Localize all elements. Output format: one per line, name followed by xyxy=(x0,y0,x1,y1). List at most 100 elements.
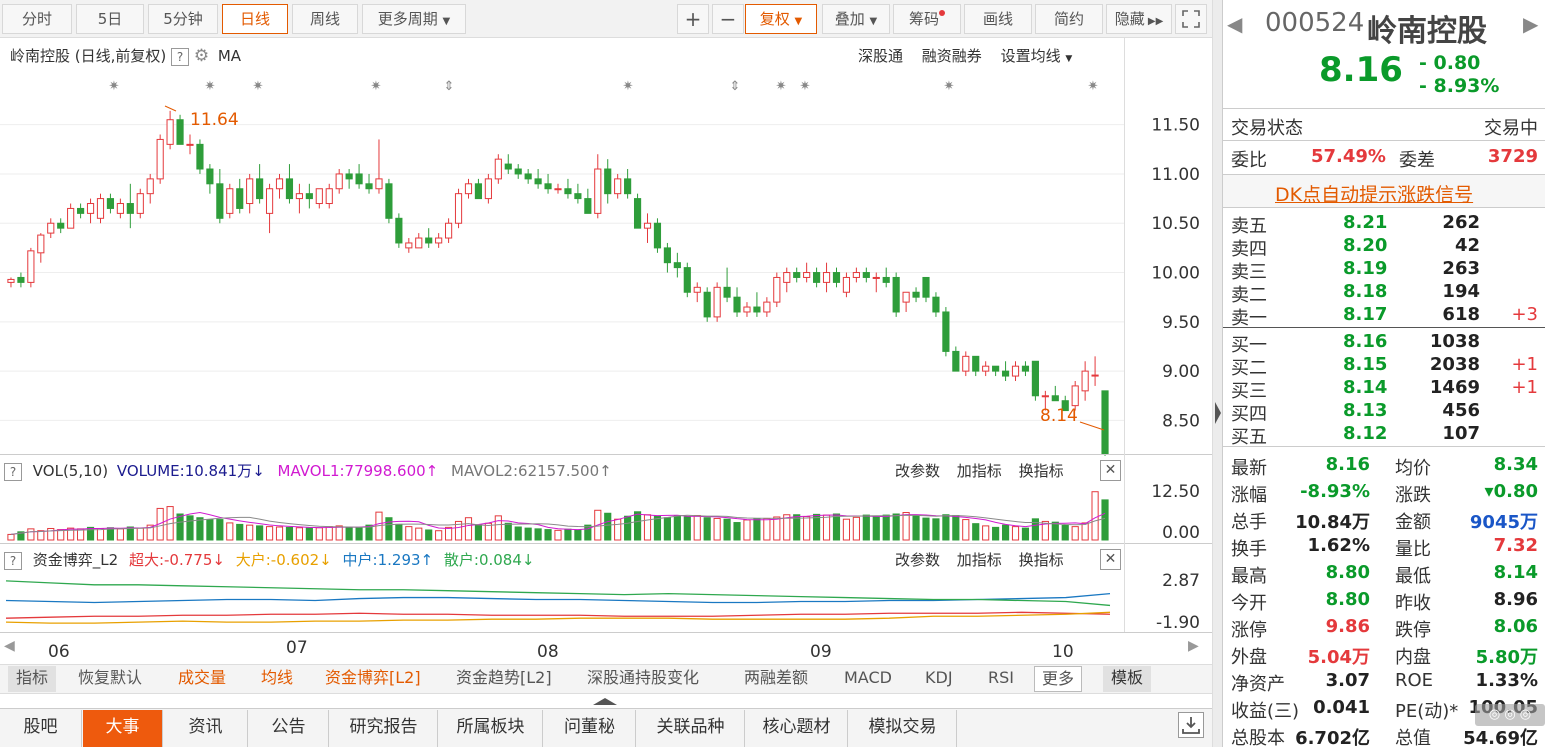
event-marker-icon[interactable]: ✷ xyxy=(776,79,787,94)
candle-body xyxy=(385,183,393,219)
candle-body xyxy=(136,193,144,214)
y-tick-label: 9.50 xyxy=(1162,313,1200,333)
event-marker-icon[interactable]: ✷ xyxy=(109,79,120,94)
tab-simulated-trading[interactable]: 模拟交易 xyxy=(849,710,957,747)
fund-change-param-button[interactable]: 改参数 xyxy=(895,551,940,569)
tab-announcements[interactable]: 公告 xyxy=(249,710,329,747)
tab-core-topics[interactable]: 核心题材 xyxy=(746,710,848,747)
tab-more[interactable]: 更多 xyxy=(1034,666,1083,692)
tab-sectors[interactable]: 所属板块 xyxy=(439,710,543,747)
candle-body xyxy=(773,276,781,303)
tab-template[interactable]: 模板 xyxy=(1103,666,1152,692)
tab-news[interactable]: 资讯 xyxy=(164,710,248,747)
tab-macd[interactable]: MACD xyxy=(844,666,892,692)
tab-margin-diff[interactable]: 两融差额 xyxy=(744,666,808,692)
stat-label: 跌停 xyxy=(1395,620,1431,641)
vol-switch-indicator-button[interactable]: 换指标 xyxy=(1019,462,1064,480)
tab-related[interactable]: 关联品种 xyxy=(637,710,745,747)
next-stock-icon[interactable]: ▶ xyxy=(1523,12,1538,36)
tab-ma[interactable]: 均线 xyxy=(261,666,293,692)
stat-label: 换手 xyxy=(1231,539,1267,560)
volume-bar xyxy=(584,524,592,541)
vol-tick-label: 0.00 xyxy=(1162,523,1200,543)
fund-add-indicator-button[interactable]: 加指标 xyxy=(957,551,1002,569)
event-marker-icon[interactable]: ⇕ xyxy=(730,79,741,94)
tab-guba[interactable]: 股吧 xyxy=(0,710,82,747)
candle-body xyxy=(265,188,274,214)
close-icon[interactable]: ✕ xyxy=(1100,460,1121,481)
bid-volume: 107 xyxy=(1442,423,1480,444)
tab-ask-secretary[interactable]: 问董秘 xyxy=(544,710,636,747)
volume-bar xyxy=(37,530,45,541)
fund-switch-indicator-button[interactable]: 换指标 xyxy=(1019,551,1064,569)
download-icon[interactable] xyxy=(1178,712,1204,738)
side-panel-toggle[interactable] xyxy=(1212,0,1222,747)
candle-body xyxy=(285,178,294,200)
stat-value: 54.69亿 xyxy=(1463,728,1538,747)
event-marker-icon[interactable]: ✷ xyxy=(205,79,216,94)
candle-body xyxy=(484,178,492,200)
candle-body xyxy=(156,138,164,180)
candle-body xyxy=(17,276,25,283)
stat-label: 净资产 xyxy=(1231,674,1285,695)
collapse-handle[interactable] xyxy=(585,694,625,705)
volume-bar xyxy=(405,526,413,541)
candle-body xyxy=(196,143,204,170)
help-icon[interactable]: ? xyxy=(4,463,22,481)
stat-label: 最低 xyxy=(1395,566,1431,587)
fund-title: 资金博弈_L2 xyxy=(32,551,119,569)
event-marker-icon[interactable]: ✷ xyxy=(800,79,811,94)
tab-events[interactable]: 大事 xyxy=(83,710,163,747)
candle-body xyxy=(554,188,562,191)
candle-body xyxy=(1021,365,1030,372)
candle-body xyxy=(67,207,75,229)
volume-bar xyxy=(236,523,244,541)
vol-add-indicator-button[interactable]: 加指标 xyxy=(957,462,1002,480)
tab-fund-trend[interactable]: 资金趋势[L2] xyxy=(456,666,552,692)
tab-research[interactable]: 研究报告 xyxy=(330,710,438,747)
tab-volume[interactable]: 成交量 xyxy=(178,666,226,692)
tab-sgt-holding[interactable]: 深股通持股变化 xyxy=(587,666,699,692)
tab-reset-default[interactable]: 恢复默认 xyxy=(78,666,142,692)
scroll-left-icon[interactable]: ◀ xyxy=(4,638,15,654)
candle-body xyxy=(365,183,373,190)
ask-price: 8.18 xyxy=(1343,281,1388,302)
help-icon[interactable]: ? xyxy=(4,552,22,570)
volume-bar xyxy=(385,517,393,541)
volume-bar xyxy=(27,528,35,541)
bid-volume: 1038 xyxy=(1429,331,1480,352)
volume-bar xyxy=(1051,521,1059,541)
candle-body xyxy=(902,291,910,303)
dk-signal-link[interactable]: DK点自动提示涨跌信号 xyxy=(1275,180,1473,207)
stat-label: 最新 xyxy=(1231,458,1267,479)
event-marker-icon[interactable]: ✷ xyxy=(253,79,264,94)
vol-mavol1: MAVOL1:77998.600 xyxy=(277,462,426,480)
arrow-up-icon: ↑ xyxy=(599,462,612,480)
scroll-right-icon[interactable]: ▶ xyxy=(1188,638,1199,654)
event-marker-icon[interactable]: ✷ xyxy=(944,79,955,94)
candle-body xyxy=(832,272,841,283)
candle-body xyxy=(86,203,95,214)
candle-body xyxy=(972,355,980,372)
volume-bar xyxy=(554,529,562,541)
event-marker-icon[interactable]: ✷ xyxy=(1088,79,1099,94)
candle-body xyxy=(813,272,821,283)
prev-stock-icon[interactable]: ◀ xyxy=(1227,12,1242,36)
event-marker-icon[interactable]: ✷ xyxy=(623,79,634,94)
tab-kdj[interactable]: KDJ xyxy=(925,666,953,692)
stat-label: 均价 xyxy=(1395,458,1431,479)
vol-change-param-button[interactable]: 改参数 xyxy=(895,462,940,480)
volume-bar xyxy=(643,514,652,541)
candle-body xyxy=(146,178,154,195)
candle-body xyxy=(663,247,671,264)
candle-body xyxy=(803,272,811,278)
tab-rsi[interactable]: RSI xyxy=(988,666,1014,692)
event-marker-icon[interactable]: ⇕ xyxy=(444,79,455,94)
candle-body xyxy=(653,222,662,249)
chevron-up-icon xyxy=(593,698,617,705)
close-icon[interactable]: ✕ xyxy=(1100,549,1121,570)
event-marker-icon[interactable]: ✷ xyxy=(371,79,382,94)
tab-indicator[interactable]: 指标 xyxy=(8,666,57,692)
volume-bar xyxy=(514,526,522,541)
tab-fund-game[interactable]: 资金博弈[L2] xyxy=(325,666,421,692)
